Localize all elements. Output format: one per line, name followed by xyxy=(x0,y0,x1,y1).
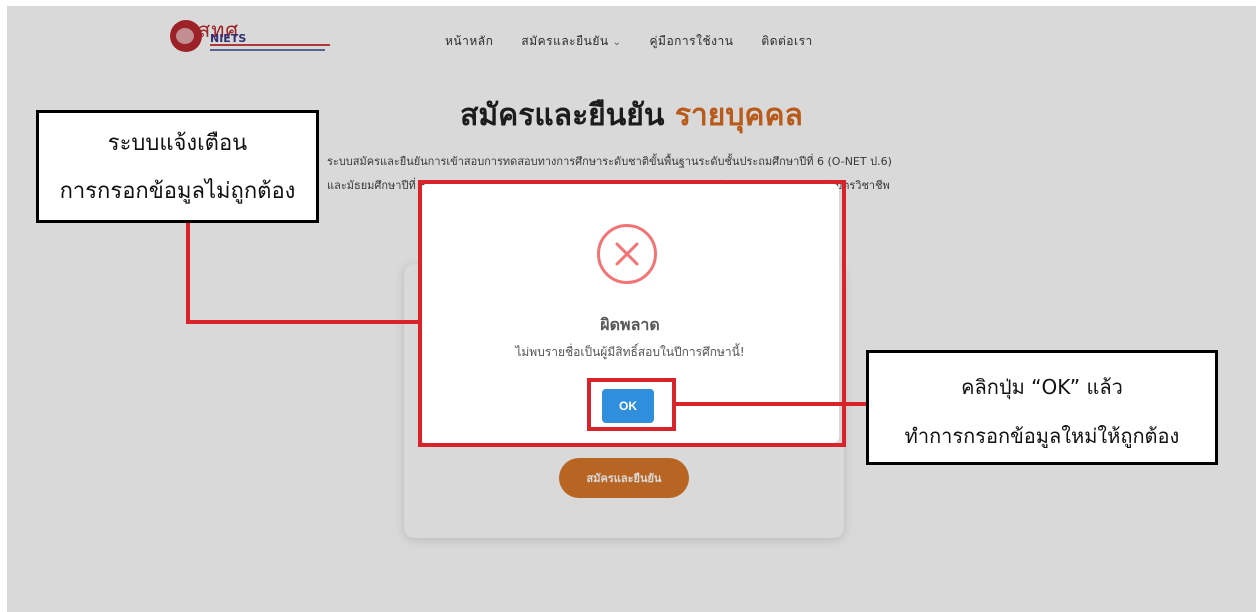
callout-text: ระบบแจ้งเตือน xyxy=(107,131,248,156)
callout-text: คลิกปุ่ม “OK” แล้ว xyxy=(961,375,1123,399)
error-x-icon xyxy=(597,224,657,284)
annotation-callout-left: ระบบแจ้งเตือน การกรอกข้อมูลไม่ถูกต้อง xyxy=(36,110,319,223)
modal-message: ไม่พบรายชื่อเป็นผู้มีสิทธิ์สอบในปีการศึก… xyxy=(515,345,745,359)
annotation-connector xyxy=(186,320,420,324)
callout-text: การกรอกข้อมูลไม่ถูกต้อง xyxy=(59,179,296,204)
callout-text: ทำการกรอกข้อมูลใหม่ให้ถูกต้อง xyxy=(904,424,1180,448)
annotation-connector xyxy=(676,402,866,406)
annotation-connector xyxy=(186,222,190,324)
ok-button[interactable]: OK xyxy=(602,389,654,423)
modal-title: ผิดพลาด xyxy=(600,315,660,334)
annotation-callout-right: คลิกปุ่ม “OK” แล้ว ทำการกรอกข้อมูลใหม่ให… xyxy=(866,350,1218,465)
x-mark-icon xyxy=(615,242,639,266)
browser-screenshot: สทศ NIETS หน้าหลัก สมัครและยืนยัน ⌄ คู่มื… xyxy=(7,6,1256,612)
